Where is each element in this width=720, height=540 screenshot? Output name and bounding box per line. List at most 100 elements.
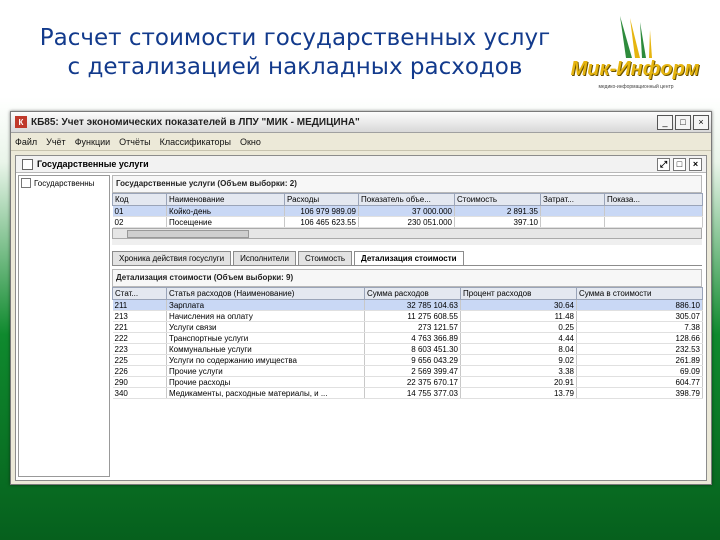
table-cell: 32 785 104.63 <box>364 299 461 311</box>
table-cell: 02 <box>112 216 167 228</box>
table-cell: 230 051.000 <box>358 216 455 228</box>
menu-window[interactable]: Окно <box>240 137 261 147</box>
table-row[interactable]: 223 Коммунальные услуги 8 603 451.30 8.0… <box>112 343 703 355</box>
table-cell: 37 000.000 <box>358 205 455 217</box>
frame-restore-button[interactable]: ⤢ <box>657 158 670 171</box>
column-header[interactable]: Сумма расходов <box>364 287 461 300</box>
table-row[interactable]: 226 Прочие услуги 2 569 399.47 3.38 69.0… <box>112 365 703 377</box>
tab-cost[interactable]: Стоимость <box>297 251 353 265</box>
splitter[interactable] <box>112 239 702 245</box>
internal-frame: Государственные услуги ⤢ □ × Государстве… <box>15 155 707 481</box>
table-cell: 604.77 <box>576 376 703 388</box>
tab-service-history[interactable]: Хроника действия госуслуги <box>112 251 232 265</box>
logo-subtext: медико-информационный центр <box>598 84 674 90</box>
table-cell: 13.79 <box>460 387 577 399</box>
menu-file[interactable]: Файл <box>15 137 37 147</box>
column-header[interactable]: Сумма в стоимости <box>576 287 703 300</box>
table-cell: Прочие услуги <box>166 365 365 377</box>
table-row[interactable]: 221 Услуги связи 273 121.57 0.25 7.38 <box>112 321 703 333</box>
horizontal-scrollbar[interactable] <box>112 228 702 239</box>
table-row[interactable]: 222 Транспортные услуги 4 763 366.89 4.4… <box>112 332 703 344</box>
table-cell: Зарплата <box>166 299 365 311</box>
column-header[interactable]: Показатель объе... <box>358 193 455 206</box>
table-cell: 225 <box>112 354 167 366</box>
frame-checkbox[interactable] <box>22 158 33 170</box>
window-titlebar[interactable]: К КБ85: Учет экономических показателей в… <box>11 112 711 133</box>
table-row[interactable]: 225 Услуги по содержанию имущества 9 656… <box>112 354 703 366</box>
frame-maximize-button[interactable]: □ <box>673 158 686 171</box>
slide-title-line2: с детализацией накладных расходов <box>67 54 523 80</box>
table-cell: 222 <box>112 332 167 344</box>
logo-text: Мик-Информ <box>570 58 700 80</box>
table-cell <box>604 205 703 217</box>
close-button[interactable]: × <box>693 115 709 130</box>
column-header[interactable]: Расходы <box>284 193 359 206</box>
table-cell: Услуги по содержанию имущества <box>166 354 365 366</box>
app-window: К КБ85: Учет экономических показателей в… <box>10 111 712 485</box>
table-cell: Услуги связи <box>166 321 365 333</box>
table-cell: Транспортные услуги <box>166 332 365 344</box>
menu-accounting[interactable]: Учёт <box>46 137 66 147</box>
table-cell: 01 <box>112 205 167 217</box>
tab-bar: Хроника действия госуслуги Исполнители С… <box>112 249 702 266</box>
table-row[interactable]: 01 Койко-день 106 979 989.09 37 000.000 … <box>112 205 703 217</box>
tab-performers[interactable]: Исполнители <box>233 251 296 265</box>
menu-bar: Файл Учёт Функции Отчёты Классификаторы … <box>11 133 711 151</box>
table-cell <box>604 216 703 228</box>
table-row[interactable]: 02 Посещение 106 465 623.55 230 051.000 … <box>112 216 703 228</box>
table-cell: 7.38 <box>576 321 703 333</box>
menu-classifiers[interactable]: Классификаторы <box>160 137 231 147</box>
table-row[interactable]: 213 Начисления на оплату 11 275 608.55 1… <box>112 310 703 322</box>
table-cell: 223 <box>112 343 167 355</box>
maximize-button[interactable]: □ <box>675 115 691 130</box>
frame-close-button[interactable]: × <box>689 158 702 171</box>
table-cell: 2 569 399.47 <box>364 365 461 377</box>
table-cell: 213 <box>112 310 167 322</box>
table-cell: 9.02 <box>460 354 577 366</box>
tree-item[interactable]: Государственны <box>19 176 109 190</box>
detail-panel-title: Детализация стоимости (Объем выборки: 9) <box>112 269 702 287</box>
column-header[interactable]: Статья расходов (Наименование) <box>166 287 365 300</box>
table-cell: 106 979 989.09 <box>284 205 359 217</box>
table-cell: 11.48 <box>460 310 577 322</box>
table-row[interactable]: 211 Зарплата 32 785 104.63 30.64 886.10 <box>112 299 703 311</box>
table-cell: Прочие расходы <box>166 376 365 388</box>
tree-node-icon <box>21 178 31 188</box>
window-title: КБ85: Учет экономических показателей в Л… <box>31 116 360 128</box>
column-header[interactable]: Показа... <box>604 193 703 206</box>
menu-functions[interactable]: Функции <box>75 137 110 147</box>
company-logo: Мик-Информ медико-информационный центр <box>560 12 710 98</box>
table-cell: 22 375 670.17 <box>364 376 461 388</box>
column-header[interactable]: Стоимость <box>454 193 541 206</box>
column-header[interactable]: Затрат... <box>540 193 605 206</box>
table-cell: 4.44 <box>460 332 577 344</box>
table-cell <box>540 216 605 228</box>
column-header[interactable]: Код <box>112 193 167 206</box>
table-cell: 11 275 608.55 <box>364 310 461 322</box>
table-cell: 8.04 <box>460 343 577 355</box>
table-cell: 14 755 377.03 <box>364 387 461 399</box>
menu-reports[interactable]: Отчёты <box>119 137 150 147</box>
table-row[interactable]: 340 Медикаменты, расходные материалы, и … <box>112 387 703 399</box>
table-cell: 221 <box>112 321 167 333</box>
slide-title: Расчет стоимости государственных услуг с… <box>30 24 560 82</box>
table-cell: 886.10 <box>576 299 703 311</box>
scrollbar-thumb[interactable] <box>127 230 249 238</box>
table-cell: 128.66 <box>576 332 703 344</box>
column-header[interactable]: Наименование <box>166 193 285 206</box>
detail-table: Стат... Статья расходов (Наименование) С… <box>112 287 703 399</box>
table-cell: 398.79 <box>576 387 703 399</box>
table-cell: 69.09 <box>576 365 703 377</box>
tree-panel: Государственны <box>18 175 110 477</box>
services-table: Код Наименование Расходы Показатель объе… <box>112 193 703 228</box>
column-header[interactable]: Процент расходов <box>460 287 577 300</box>
tab-cost-details[interactable]: Детализация стоимости <box>354 251 464 265</box>
internal-frame-titlebar[interactable]: Государственные услуги ⤢ □ × <box>16 156 706 173</box>
minimize-button[interactable]: _ <box>657 115 673 130</box>
table-cell: 261.89 <box>576 354 703 366</box>
table-cell: 340 <box>112 387 167 399</box>
column-header[interactable]: Стат... <box>112 287 167 300</box>
table-cell: 20.91 <box>460 376 577 388</box>
table-row[interactable]: 290 Прочие расходы 22 375 670.17 20.91 6… <box>112 376 703 388</box>
table-cell: 8 603 451.30 <box>364 343 461 355</box>
